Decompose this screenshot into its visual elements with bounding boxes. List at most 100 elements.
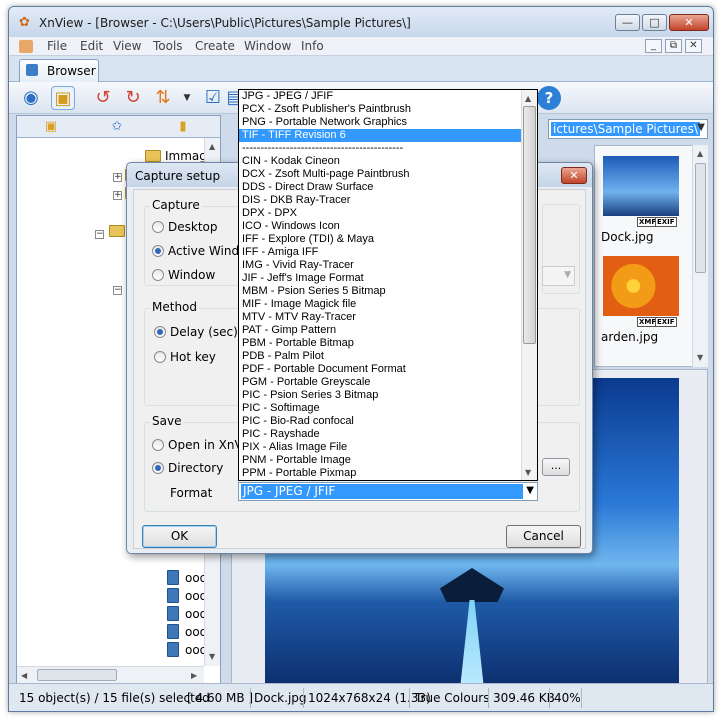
dropdown-scrollbar[interactable]: ▲ ▼	[521, 90, 537, 480]
scroll-up-icon[interactable]: ▲	[209, 142, 215, 151]
scroll-left-icon[interactable]: ◀	[21, 671, 27, 680]
format-option[interactable]: PAT - Gimp Pattern	[239, 324, 521, 337]
format-option[interactable]: CIN - Kodak Cineon	[239, 155, 521, 168]
format-option[interactable]: PNM - Portable Image	[239, 454, 521, 467]
expand-icon[interactable]: +	[113, 191, 122, 200]
ok-button[interactable]: OK	[142, 525, 217, 548]
folders-tab-icon[interactable]: ▣	[21, 118, 81, 136]
menu-window[interactable]: Window	[244, 39, 291, 53]
scroll-thumb[interactable]	[523, 106, 536, 344]
format-option[interactable]: PIC - Psion Series 3 Bitmap	[239, 389, 521, 402]
path-combobox[interactable]: ictures\Sample Pictures\ ▼	[548, 119, 708, 139]
chevron-down-icon[interactable]: ▼	[564, 270, 571, 280]
scroll-down-icon[interactable]: ▼	[697, 353, 703, 362]
collapse-icon[interactable]: −	[95, 230, 104, 239]
flip-icon[interactable]: ⇅	[151, 86, 175, 110]
minimize-button[interactable]: —	[615, 14, 640, 31]
directory-radio[interactable]	[152, 462, 164, 474]
browse-button[interactable]: ...	[542, 458, 570, 476]
format-option[interactable]: DIS - DKB Ray-Tracer	[239, 194, 521, 207]
format-option[interactable]: PIC - Softimage	[239, 402, 521, 415]
desktop-radio-label[interactable]: Desktop	[168, 220, 218, 234]
delay-radio-label[interactable]: Delay (sec)	[170, 325, 238, 339]
expand-icon[interactable]: +	[113, 173, 122, 182]
format-combobox[interactable]: JPG - JPEG / JFIF ▼	[238, 482, 538, 501]
format-option[interactable]: PDB - Palm Pilot	[239, 350, 521, 363]
tree-file[interactable]: ooo	[167, 642, 207, 660]
dialog-close-button[interactable]: ✕	[561, 167, 587, 184]
format-option[interactable]: TIF - TIFF Revision 6	[239, 129, 521, 142]
thumbnail-view[interactable]: XMP EXIF Dock.jpg XMP EXIF arden.jpg	[594, 145, 698, 367]
format-option[interactable]: PGM - Portable Greyscale	[239, 376, 521, 389]
menu-info[interactable]: Info	[301, 39, 324, 53]
format-option[interactable]: JIF - Jeff's Image Format	[239, 272, 521, 285]
format-option[interactable]: IFF - Explore (TDI) & Maya	[239, 233, 521, 246]
chevron-down-icon[interactable]: ▼	[697, 122, 705, 133]
format-option[interactable]: PPM - Portable Pixmap	[239, 467, 521, 480]
hot-key-radio[interactable]	[154, 351, 166, 363]
fullscreen-icon[interactable]: ▣	[51, 86, 75, 110]
window-combobox[interactable]: ▼	[542, 266, 575, 286]
format-option[interactable]: PIC - Rayshade	[239, 428, 521, 441]
scroll-thumb[interactable]	[695, 163, 706, 273]
format-option[interactable]: MTV - MTV Ray-Tracer	[239, 311, 521, 324]
active-window-radio[interactable]	[152, 245, 164, 257]
tree-file[interactable]: ooo	[167, 588, 207, 606]
format-option[interactable]: ----------------------------------------…	[239, 142, 521, 155]
format-dropdown-list[interactable]: JPG - JPEG / JFIF PCX - Zsoft Publisher's…	[238, 89, 538, 481]
help-icon[interactable]: ?	[537, 86, 561, 110]
menu-create[interactable]: Create	[195, 39, 235, 53]
scroll-down-icon[interactable]: ▼	[209, 652, 215, 661]
format-option[interactable]: IMG - Vivid Ray-Tracer	[239, 259, 521, 272]
menu-tools[interactable]: Tools	[153, 39, 183, 53]
hot-key-radio-label[interactable]: Hot key	[170, 350, 216, 364]
cancel-button[interactable]: Cancel	[506, 525, 581, 548]
chevron-down-icon[interactable]: ▼	[175, 86, 199, 110]
format-option[interactable]: DPX - DPX	[239, 207, 521, 220]
chevron-down-icon[interactable]: ▼	[526, 485, 534, 496]
window-radio[interactable]	[152, 269, 164, 281]
format-option[interactable]: MBM - Psion Series 5 Bitmap	[239, 285, 521, 298]
format-option[interactable]: JPG - JPEG / JFIF	[239, 90, 521, 103]
scroll-thumb[interactable]	[37, 669, 117, 681]
menu-view[interactable]: View	[113, 39, 141, 53]
format-option[interactable]: ICO - Windows Icon	[239, 220, 521, 233]
desktop-radio[interactable]	[152, 221, 164, 233]
format-option[interactable]: DDS - Direct Draw Surface	[239, 181, 521, 194]
window-radio-label[interactable]: Window	[168, 268, 215, 282]
mdi-close-button[interactable]: ✕	[685, 39, 702, 53]
delay-radio[interactable]	[154, 326, 166, 338]
tab-browser[interactable]: Browser	[19, 59, 99, 82]
thumbnail-scrollbar[interactable]: ▲ ▼	[692, 145, 708, 367]
scroll-up-icon[interactable]: ▲	[525, 94, 531, 103]
tree-file[interactable]: ooo	[167, 606, 207, 624]
tree-file[interactable]: ooo	[167, 570, 207, 588]
scroll-up-icon[interactable]: ▲	[697, 149, 703, 158]
format-option[interactable]: PNG - Portable Network Graphics	[239, 116, 521, 129]
format-option[interactable]: PIC - Bio-Rad confocal	[239, 415, 521, 428]
format-option[interactable]: PDF - Portable Document Format	[239, 363, 521, 376]
format-option[interactable]: DCX - Zsoft Multi-page Paintbrush	[239, 168, 521, 181]
scroll-down-icon[interactable]: ▼	[525, 468, 531, 477]
select-icon[interactable]: ☑	[201, 86, 225, 110]
collapse-icon[interactable]: −	[113, 286, 122, 295]
format-option[interactable]: PBM - Portable Bitmap	[239, 337, 521, 350]
thumbnail-image[interactable]	[603, 256, 679, 316]
rotate-left-icon[interactable]: ↺	[91, 86, 115, 110]
format-option[interactable]: IFF - Amiga IFF	[239, 246, 521, 259]
title-bar[interactable]: ✿ XnView - [Browser - C:\Users\Public\Pi…	[9, 7, 713, 37]
maximize-button[interactable]: □	[642, 14, 667, 31]
categories-tab-icon[interactable]: ▮	[153, 118, 213, 136]
format-option[interactable]: PCX - Zsoft Publisher's Paintbrush	[239, 103, 521, 116]
mdi-minimize-button[interactable]: _	[645, 39, 662, 53]
document-icon[interactable]	[19, 40, 33, 53]
menu-file[interactable]: File	[47, 39, 67, 53]
scroll-right-icon[interactable]: ▶	[191, 671, 197, 680]
tree-horizontal-scrollbar[interactable]: ◀ ▶	[17, 666, 204, 684]
tree-file[interactable]: ooo	[167, 624, 207, 642]
menu-edit[interactable]: Edit	[80, 39, 103, 53]
directory-radio-label[interactable]: Directory	[168, 461, 223, 475]
thumbnail-image[interactable]	[603, 156, 679, 216]
rotate-right-icon[interactable]: ↻	[121, 86, 145, 110]
close-button[interactable]: ✕	[669, 14, 709, 31]
